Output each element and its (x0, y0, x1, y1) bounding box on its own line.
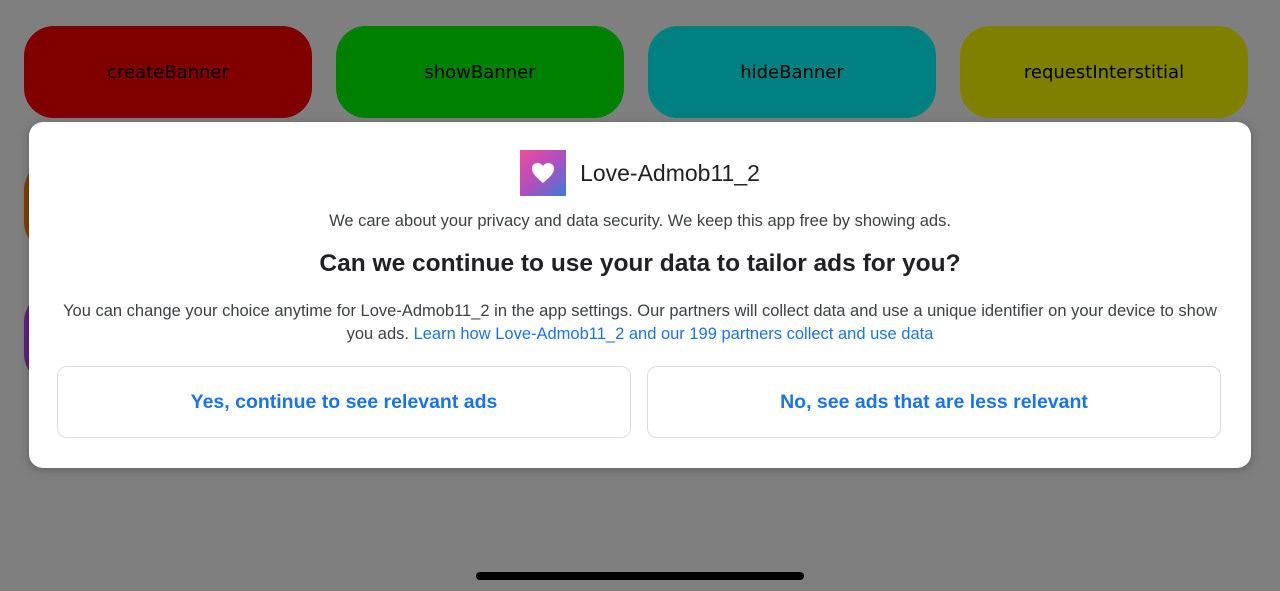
consent-yes-button[interactable]: Yes, continue to see relevant ads (57, 366, 631, 438)
learn-more-link[interactable]: Learn how Love-Admob11_2 and our 199 par… (414, 325, 934, 343)
home-indicator[interactable] (476, 572, 804, 580)
consent-question: Can we continue to use your data to tail… (319, 250, 961, 277)
show-banner-button[interactable]: showBanner (336, 26, 624, 118)
app-name: Love-Admob11_2 (580, 159, 760, 186)
consent-dialog: Love-Admob11_2 We care about your privac… (29, 122, 1251, 468)
consent-no-button[interactable]: No, see ads that are less relevant (647, 366, 1221, 438)
consent-body: You can change your choice anytime for L… (59, 300, 1221, 346)
hide-banner-button[interactable]: hideBanner (648, 26, 936, 118)
request-interstitial-button[interactable]: requestInterstitial (960, 26, 1248, 118)
dialog-app-header: Love-Admob11_2 (29, 150, 1251, 196)
app-screen: createBanner showBanner hideBanner reque… (0, 0, 1280, 591)
create-banner-button[interactable]: createBanner (24, 26, 312, 118)
heart-icon (520, 150, 567, 196)
privacy-tagline: We care about your privacy and data secu… (329, 212, 951, 230)
